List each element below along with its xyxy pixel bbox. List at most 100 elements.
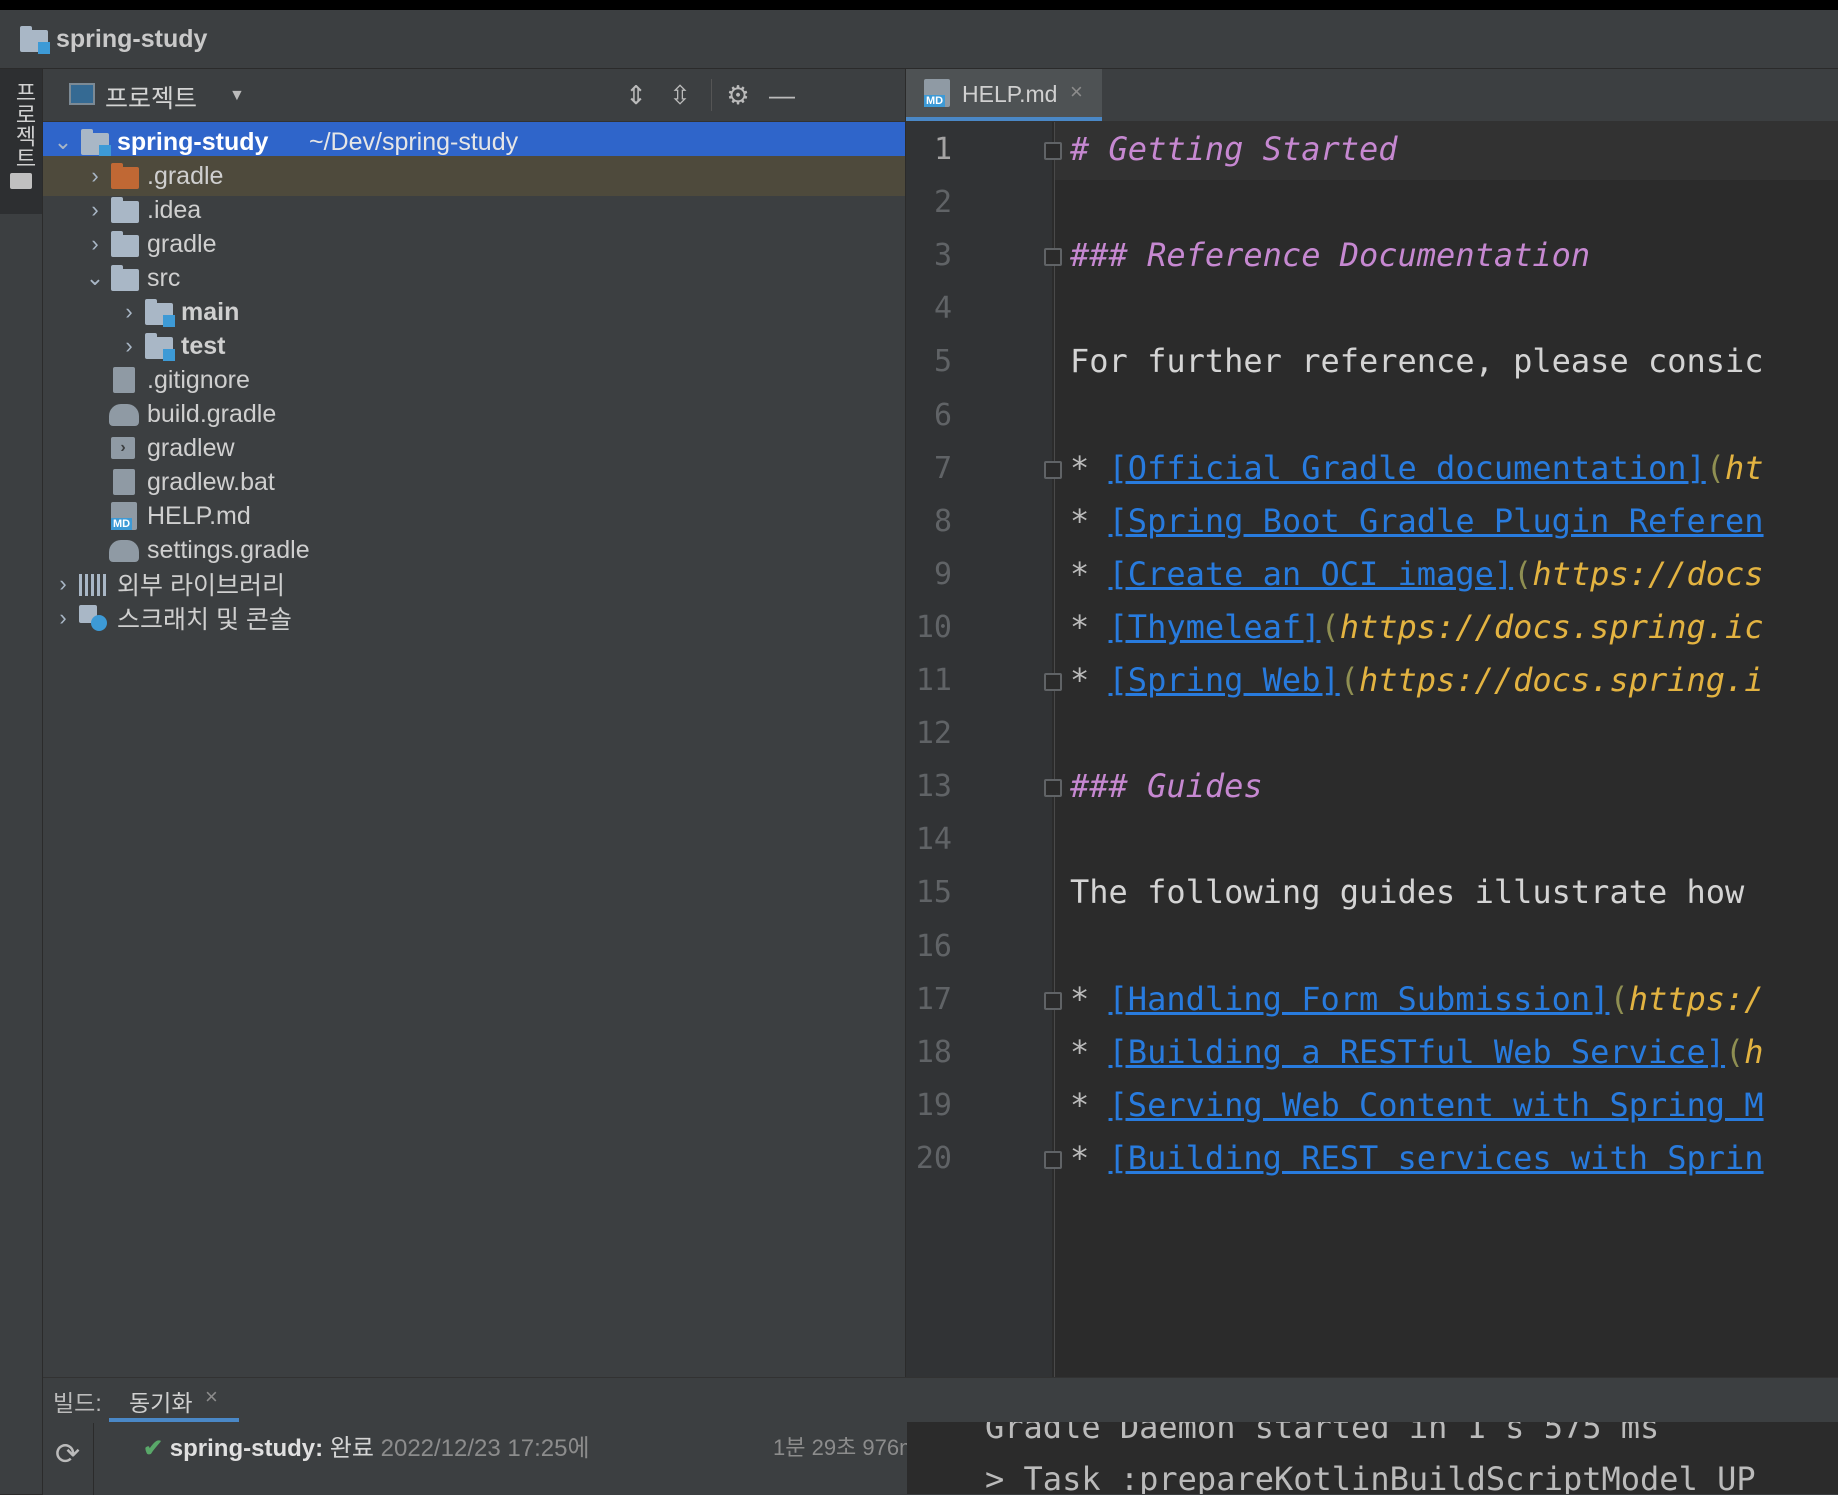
tree-item-label: build.gradle — [147, 399, 277, 428]
code-line: # Getting Started — [1070, 130, 1398, 168]
line-number: 7 — [933, 450, 952, 486]
fold-marker-icon[interactable] — [1044, 1150, 1062, 1169]
code-line: The following guides illustrate how — [1070, 873, 1744, 911]
line-number: 9 — [933, 556, 952, 592]
expand-all-icon[interactable]: ⇕ — [619, 79, 653, 111]
code-line: * [Building REST services with Sprin — [1070, 1139, 1764, 1177]
line-number: 19 — [915, 1087, 952, 1123]
code-line: * [Spring Boot Gradle Plugin Referen — [1070, 502, 1764, 540]
close-icon[interactable]: × — [1070, 79, 1083, 105]
folder-icon — [111, 265, 139, 291]
chevron-right-icon[interactable]: › — [117, 333, 141, 359]
build-console[interactable]: Gradle Daemon started in 1 s 575 ms > Ta… — [907, 1422, 1838, 1494]
line-number: 12 — [915, 716, 952, 752]
folder-icon — [111, 231, 139, 257]
markdown-link[interactable]: [Spring Boot Gradle Plugin Referen — [1109, 502, 1764, 540]
project-tool-tab[interactable]: 프로젝트 — [0, 69, 42, 214]
code-text: * — [1070, 607, 1109, 646]
markdown-link[interactable]: [Thymeleaf] — [1109, 608, 1321, 646]
project-panel-header: 프로젝트 ▼ ⇕ ⇳ ⚙ — — [43, 69, 905, 122]
text-file-icon — [113, 469, 135, 495]
line-number: 16 — [915, 928, 952, 964]
build-project-name: spring-study: — [169, 1435, 324, 1462]
console-line: > Task :prepareKotlinBuildScriptModel UP — [985, 1460, 1756, 1494]
fold-marker-icon[interactable] — [1044, 779, 1062, 798]
line-number: 5 — [933, 344, 952, 380]
markdown-link[interactable]: [Spring Web] — [1109, 661, 1340, 699]
chevron-right-icon[interactable]: › — [83, 163, 107, 189]
minimize-icon[interactable]: — — [765, 79, 799, 111]
project-panel: 프로젝트 ▼ ⇕ ⇳ ⚙ — ⌄ spring-study ~/Dev/spri… — [43, 69, 905, 1377]
tree-item-label: HELP.md — [147, 501, 251, 530]
fold-marker-icon[interactable] — [1044, 248, 1062, 267]
sync-icon[interactable]: ⟳ — [55, 1437, 80, 1472]
fold-marker-icon[interactable] — [1044, 142, 1062, 160]
chevron-right-icon[interactable]: › — [83, 197, 107, 223]
chevron-down-icon[interactable]: ⌄ — [83, 265, 107, 291]
tree-item-scratches[interactable]: › 스크래치 및 콘솔 — [43, 598, 905, 638]
link-url: https:/ — [1628, 979, 1764, 1018]
line-number: 15 — [915, 875, 952, 911]
tab-sync[interactable]: 동기화 × — [109, 1378, 239, 1422]
markdown-link[interactable]: [Handling Form Submission] — [1109, 980, 1610, 1018]
root-name: spring-study — [117, 127, 269, 156]
link-url: h — [1744, 1032, 1764, 1071]
project-tool-tab-label: 프로젝트 — [12, 81, 37, 169]
gear-icon[interactable]: ⚙ — [721, 79, 755, 111]
tree-item-label: test — [181, 331, 226, 360]
code-text: * — [1070, 1085, 1109, 1124]
link-url: ht — [1725, 448, 1764, 487]
code-text: For further reference, please consic — [1070, 342, 1764, 381]
code-text: ( — [1705, 448, 1726, 487]
build-result: 완료 — [329, 1435, 374, 1462]
tree-item-label: 외부 라이브러리 — [117, 572, 285, 600]
shell-script-icon: › — [111, 437, 135, 459]
line-number: 2 — [933, 185, 952, 221]
fold-marker-icon[interactable] — [1044, 460, 1062, 479]
code-text: * — [1070, 1138, 1109, 1177]
collapse-all-icon[interactable]: ⇳ — [663, 79, 697, 111]
code-text: ( — [1725, 1032, 1745, 1071]
chevron-right-icon[interactable]: › — [51, 571, 75, 597]
markdown-link[interactable]: [Serving Web Content with Spring M — [1109, 1086, 1764, 1124]
line-number: 17 — [915, 981, 952, 1017]
markdown-heading: # Getting Started — [1070, 130, 1398, 168]
build-label: 빌드: — [53, 1390, 102, 1416]
markdown-link[interactable]: [Building REST services with Sprin — [1109, 1139, 1764, 1177]
link-url: https://docs.spring.ic — [1339, 607, 1764, 646]
close-icon[interactable]: × — [205, 1384, 218, 1410]
fold-marker-icon[interactable] — [1044, 991, 1062, 1010]
build-duration: 1분 29초 976ms — [773, 1435, 929, 1460]
code-line: * [Serving Web Content with Spring M — [1070, 1086, 1764, 1124]
line-number-gutter: 1 2 3 4 5 6 7 8 9 10 11 12 13 14 15 16 17 18 19 20 — [906, 122, 1052, 1377]
tab-help-md[interactable]: MD HELP.md × — [906, 69, 1102, 121]
code-line: * [Spring Web](https://docs.spring.i — [1070, 661, 1764, 699]
line-number: 8 — [933, 503, 952, 539]
build-status[interactable]: ✔ spring-study: 완료 2022/12/23 17:25에 — [143, 1428, 590, 1463]
chevron-right-icon[interactable]: › — [51, 605, 75, 631]
build-toolbar: ⟳ — [43, 1423, 94, 1495]
markdown-link[interactable]: [Building a RESTful Web Service] — [1109, 1033, 1726, 1071]
link-url: https://docs.spring.i — [1358, 661, 1764, 699]
gradle-elephant-icon — [109, 404, 139, 426]
markdown-link[interactable]: [Create an OCI image] — [1109, 555, 1514, 593]
fold-guide — [1054, 122, 1055, 1377]
tree-item-label: .gitignore — [147, 365, 250, 394]
tree-item-label: gradle — [147, 229, 217, 258]
chevron-down-icon[interactable]: ⌄ — [51, 129, 75, 155]
markdown-file-icon: MD — [924, 79, 950, 107]
tab-sync-label: 동기화 — [129, 1390, 193, 1416]
chevron-right-icon[interactable]: › — [83, 231, 107, 257]
tree-item-label: src — [147, 263, 181, 292]
code-text: * — [1070, 448, 1109, 487]
code-text: * — [1070, 554, 1109, 593]
fold-marker-icon[interactable] — [1044, 673, 1062, 691]
folder-icon — [111, 163, 139, 189]
chevron-down-icon[interactable]: ▼ — [229, 87, 245, 105]
markdown-link[interactable]: [Official Gradle documentation] — [1109, 449, 1706, 487]
chevron-right-icon[interactable]: › — [117, 299, 141, 325]
code-line: * [Handling Form Submission](https:/ — [1070, 980, 1764, 1018]
project-view-selector[interactable]: 프로젝트 — [105, 79, 197, 115]
library-icon — [79, 574, 107, 596]
code-text: ( — [1339, 661, 1359, 699]
